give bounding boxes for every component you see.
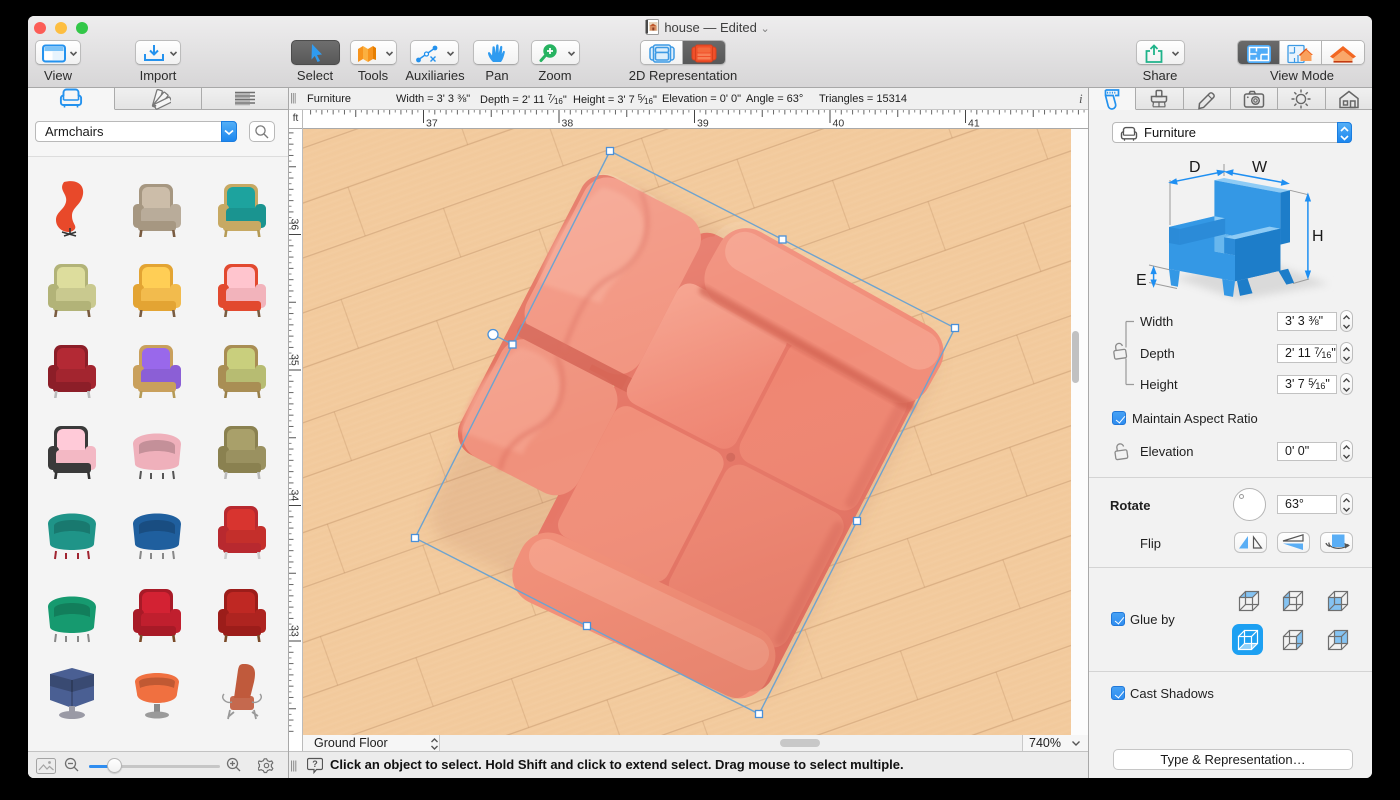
svg-text:37: 37	[426, 118, 438, 130]
svg-text:H: H	[1312, 228, 1324, 245]
svg-text:35: 35	[289, 354, 301, 366]
svg-text:D: D	[1189, 159, 1201, 176]
svg-text:33: 33	[289, 625, 301, 637]
svg-text:40: 40	[833, 118, 845, 130]
svg-text:36: 36	[289, 219, 301, 231]
svg-text:38: 38	[562, 118, 574, 130]
svg-text:?: ?	[312, 759, 318, 769]
svg-text:41: 41	[968, 118, 980, 130]
svg-text:W: W	[1252, 159, 1268, 176]
svg-text:34: 34	[289, 490, 301, 502]
svg-text:39: 39	[697, 118, 709, 130]
svg-text:E: E	[1136, 272, 1147, 289]
